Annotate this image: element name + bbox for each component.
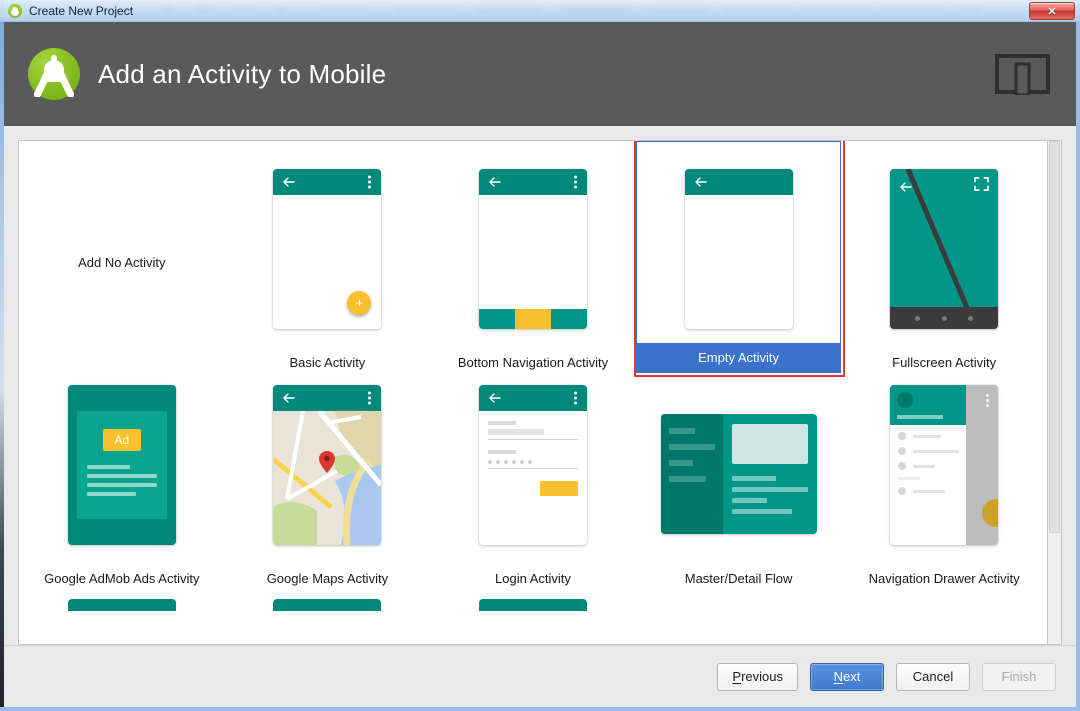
- back-arrow-icon: [489, 177, 501, 187]
- back-arrow-icon: [489, 393, 501, 403]
- overflow-menu-icon: [574, 176, 577, 189]
- template-cell-empty-activity[interactable]: Empty Activity: [636, 149, 842, 373]
- template-cell-login-activity[interactable]: Login Activity: [430, 373, 636, 593]
- template-cell-google-maps-activity[interactable]: Google Maps Activity: [225, 373, 431, 593]
- wizard-header: Add an Activity to Mobile: [4, 22, 1076, 126]
- window-titlebar: Create New Project ✕: [0, 0, 1080, 22]
- template-cell-navigation-drawer-activity[interactable]: Navigation Drawer Activity: [841, 373, 1047, 593]
- thumbnail-partial: [479, 599, 587, 611]
- scrollbar-thumb[interactable]: [1049, 141, 1060, 533]
- gallery-row-partial: [19, 593, 1047, 633]
- finish-button: Finish: [982, 663, 1056, 691]
- back-arrow-icon: [283, 177, 295, 187]
- template-label: Fullscreen Activity: [892, 355, 996, 370]
- thumbnail-admob: Ad: [68, 385, 176, 545]
- fullscreen-expand-icon: [974, 177, 989, 191]
- template-cell-bottom-navigation-activity[interactable]: Bottom Navigation Activity: [430, 149, 636, 373]
- template-label: Google Maps Activity: [267, 571, 388, 586]
- template-label: Bottom Navigation Activity: [458, 355, 608, 370]
- thumbnail-bottom-navigation: [479, 169, 587, 329]
- bottom-navigation-bar: [479, 309, 587, 329]
- dialog-footer: Previous Next Cancel Finish: [4, 645, 1076, 707]
- thumbnail-master-detail-flow: [661, 414, 817, 534]
- drawer-header: [890, 385, 966, 425]
- map-pin-icon: [319, 451, 335, 473]
- template-label: Master/Detail Flow: [685, 571, 793, 586]
- drawer-panel: [890, 385, 966, 545]
- template-label: Navigation Drawer Activity: [869, 571, 1020, 586]
- template-cell-partial: [841, 593, 1047, 633]
- thumbnail-partial: [68, 599, 176, 611]
- close-button[interactable]: ✕: [1029, 2, 1075, 20]
- template-cell-add-no-activity[interactable]: Add No Activity: [19, 149, 225, 373]
- template-cell-google-admob-ads-activity[interactable]: Ad Google AdMob Ads Activity: [19, 373, 225, 593]
- detail-pane: [723, 414, 817, 534]
- next-button-label: Next: [834, 669, 861, 684]
- floating-action-button-icon: +: [347, 291, 371, 315]
- placeholder-text-lines: [87, 465, 157, 501]
- mobile-tablet-device-icon: [995, 53, 1050, 95]
- system-navigation-bar: [890, 307, 998, 329]
- previous-button[interactable]: Previous: [717, 663, 798, 691]
- cancel-button[interactable]: Cancel: [896, 663, 970, 691]
- drawer-list-item: [890, 425, 966, 440]
- android-studio-logo: [28, 48, 80, 100]
- template-cell-partial[interactable]: [19, 593, 225, 633]
- overflow-menu-icon: [368, 392, 371, 405]
- gallery-row: Add No Activity + Bas: [19, 149, 1047, 373]
- template-gallery[interactable]: Add No Activity + Bas: [18, 140, 1048, 645]
- template-label: Add No Activity: [78, 255, 165, 270]
- back-arrow-icon: [695, 177, 707, 187]
- overflow-menu-icon: [986, 394, 989, 407]
- previous-button-rest: revious: [741, 669, 783, 684]
- floating-action-button-icon: [982, 499, 998, 527]
- thumbnail-google-maps: [273, 385, 381, 545]
- drawer-list-item: [890, 480, 966, 495]
- thumbnail-partial: [273, 599, 381, 611]
- android-icon: [8, 4, 22, 18]
- login-form-preview: [479, 411, 587, 545]
- avatar: [897, 392, 913, 408]
- template-cell-partial[interactable]: [225, 593, 431, 633]
- thumbnail-login-activity: [479, 385, 587, 545]
- master-list-pane: [661, 414, 723, 534]
- diagonal-line-decoration: [890, 169, 998, 329]
- template-label: Basic Activity: [289, 355, 365, 370]
- thumbnail-navigation-drawer: [890, 385, 998, 545]
- template-label-selected: Empty Activity: [636, 343, 842, 373]
- previous-mnemonic: P: [732, 669, 741, 684]
- template-cell-partial[interactable]: [430, 593, 636, 633]
- next-button[interactable]: Next: [810, 663, 884, 691]
- page-title: Add an Activity to Mobile: [98, 59, 386, 90]
- template-label: Google AdMob Ads Activity: [44, 571, 199, 586]
- gallery-scrollbar[interactable]: [1048, 140, 1062, 645]
- drawer-list-item: [890, 440, 966, 455]
- thumbnail-empty-activity: [685, 169, 793, 329]
- window-title: Create New Project: [29, 4, 133, 18]
- template-label: Login Activity: [495, 571, 571, 586]
- next-button-rest: ext: [843, 669, 860, 684]
- password-dots: [488, 460, 578, 464]
- next-mnemonic: N: [834, 669, 843, 684]
- template-cell-basic-activity[interactable]: + Basic Activity: [225, 149, 431, 373]
- drawer-list-item: [890, 455, 966, 470]
- template-cell-partial: [636, 593, 842, 633]
- login-submit-button-preview: [540, 481, 578, 496]
- template-gallery-wrapper: Add No Activity + Bas: [4, 126, 1076, 645]
- create-new-project-dialog: Add an Activity to Mobile Add No Activit…: [4, 22, 1076, 707]
- back-arrow-icon: [900, 182, 912, 192]
- previous-button-label: Previous: [732, 669, 783, 684]
- gallery-row: Ad Google AdMob Ads Activity: [19, 373, 1047, 593]
- thumbnail-fullscreen-activity: [890, 169, 998, 329]
- template-cell-master-detail-flow[interactable]: Master/Detail Flow: [636, 373, 842, 593]
- thumbnail-basic-activity: +: [273, 169, 381, 329]
- overflow-menu-icon: [574, 392, 577, 405]
- map-preview: [273, 411, 381, 545]
- back-arrow-icon: [283, 393, 295, 403]
- ad-badge: Ad: [103, 429, 141, 451]
- overflow-menu-icon: [368, 176, 371, 189]
- template-cell-fullscreen-activity[interactable]: Fullscreen Activity: [841, 149, 1047, 373]
